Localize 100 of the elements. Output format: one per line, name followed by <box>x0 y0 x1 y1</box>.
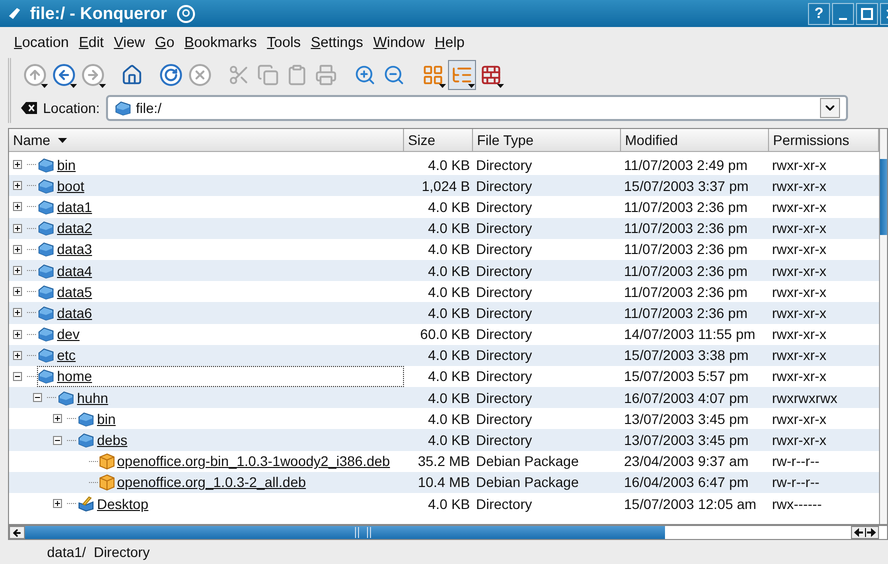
modified-date: 15/07/2003 3:37 pm <box>623 178 750 194</box>
file-row[interactable]: debs 4.0 KB Directory 13/07/2003 3:45 pm rwxr-xr-x <box>9 429 879 451</box>
expand-icon[interactable] <box>13 266 22 276</box>
expand-icon[interactable] <box>13 202 22 212</box>
stop-icon <box>188 63 212 87</box>
file-row[interactable]: data6 4.0 KB Directory 11/07/2003 2:36 pm rwxr-xr-x <box>9 302 879 324</box>
collapse-icon[interactable] <box>53 436 62 445</box>
folder-icon <box>37 304 55 321</box>
expand-icon[interactable] <box>13 350 22 360</box>
menu-item[interactable]: Tools <box>262 34 306 50</box>
file-name[interactable]: data4 <box>57 262 92 279</box>
menu-item[interactable]: Bookmarks <box>179 34 262 50</box>
file-permissions: rw-r--r-- <box>771 453 820 470</box>
column-header[interactable]: Size <box>404 129 473 152</box>
help-button[interactable]: ? <box>808 2 830 24</box>
minimize-button[interactable] <box>832 2 854 24</box>
expand-icon[interactable] <box>13 244 22 254</box>
folder-icon <box>37 326 55 342</box>
left-arrow-icon <box>12 528 22 538</box>
file-name[interactable]: boot <box>57 178 84 194</box>
file-size: 4.0 KB <box>426 220 471 236</box>
horizontal-scrollbar[interactable] <box>8 525 888 540</box>
menu-item[interactable]: Help <box>430 34 470 50</box>
swirl-icon[interactable] <box>174 4 197 24</box>
collapse-icon[interactable] <box>33 393 42 402</box>
file-permissions: rwxr-xr-x <box>771 432 828 448</box>
menu-item[interactable]: Location <box>9 34 74 50</box>
file-name[interactable]: data5 <box>57 284 92 300</box>
menu-item[interactable]: Go <box>150 34 180 50</box>
menu-item[interactable]: Settings <box>306 34 368 50</box>
file-row[interactable]: dev 60.0 KB Directory 14/07/2003 11:55 pm rwxr-xr-x <box>9 324 879 345</box>
file-name[interactable]: Desktop <box>97 496 148 512</box>
file-name[interactable]: bin <box>97 410 116 427</box>
caret-icon <box>497 84 504 88</box>
file-name[interactable]: data6 <box>57 304 92 321</box>
collapse-icon[interactable] <box>13 372 22 381</box>
expand-icon[interactable] <box>13 181 22 190</box>
file-row[interactable]: etc 4.0 KB Directory 15/07/2003 3:38 pm rwxr-xr-x <box>9 344 879 366</box>
folder-icon <box>37 284 55 300</box>
scroll-left-button[interactable] <box>9 526 25 539</box>
file-name[interactable]: bin <box>57 156 76 173</box>
scroll-arrows-button[interactable] <box>851 526 879 539</box>
home-icon <box>121 64 143 86</box>
menu-item[interactable]: Window <box>368 34 430 50</box>
file-permissions: rwxr-xr-x <box>771 284 828 300</box>
file-row[interactable]: data4 4.0 KB Directory 11/07/2003 2:36 pm rwxr-xr-x <box>9 260 879 282</box>
expand-icon[interactable] <box>53 499 62 508</box>
column-header[interactable]: Permissions <box>769 129 879 152</box>
expand-icon[interactable] <box>53 414 62 424</box>
expand-icon[interactable] <box>13 330 22 339</box>
modified-date: 13/07/2003 3:45 pm <box>623 410 750 427</box>
modified-date: 11/07/2003 2:36 pm <box>623 284 749 300</box>
toolbar-button[interactable] <box>448 60 476 90</box>
file-name[interactable]: home <box>57 368 92 384</box>
file-type: Directory <box>475 198 534 215</box>
file-name[interactable]: openoffice.org_1.0.3-2_all.deb <box>117 474 306 490</box>
file-name[interactable]: debs <box>97 432 128 448</box>
file-name[interactable]: data1 <box>57 198 92 215</box>
file-row[interactable]: boot 1,024 B Directory 15/07/2003 3:37 pm rwxr-xr-x <box>9 175 879 196</box>
expand-icon[interactable] <box>13 308 22 318</box>
file-type: Directory <box>475 368 534 384</box>
column-header[interactable]: Modified <box>621 129 769 152</box>
folder-icon <box>57 390 75 406</box>
expand-icon[interactable] <box>13 224 22 233</box>
file-permissions: rwxr-xr-x <box>771 241 828 258</box>
folder-icon <box>77 432 95 448</box>
file-size: 60.0 KB <box>419 326 471 342</box>
modified-date: 15/07/2003 12:05 am <box>623 496 758 512</box>
modified-date: 14/07/2003 11:55 pm <box>623 326 756 342</box>
file-type: Directory <box>475 347 534 364</box>
file-type: Directory <box>475 410 534 427</box>
file-name[interactable]: data2 <box>57 220 92 236</box>
history-dropdown-button[interactable] <box>820 98 840 118</box>
file-row[interactable]: openoffice.org-bin_1.0.3-1woody2_i386.deb 35.2 MB Debian Package 23/04/2003 9:37 am rw-r--r-- <box>9 450 879 472</box>
file-row[interactable]: data2 4.0 KB Directory 11/07/2003 2:36 pm rwxr-xr-x <box>9 218 879 239</box>
file-size: 4.0 KB <box>426 304 471 321</box>
file-row[interactable]: openoffice.org_1.0.3-2_all.deb 10.4 MB Debian Package 16/04/2003 6:47 pm rw-r--r-- <box>9 472 879 493</box>
modified-date: 13/07/2003 3:45 pm <box>623 432 750 448</box>
file-name[interactable]: dev <box>57 326 80 342</box>
menu-item[interactable]: View <box>108 34 150 50</box>
modified-date: 16/04/2003 6:47 pm <box>623 474 750 490</box>
file-name[interactable]: huhn <box>77 390 108 406</box>
file-name[interactable]: openoffice.org-bin_1.0.3-1woody2_i386.deb <box>117 453 390 470</box>
clear-location-icon[interactable] <box>21 102 37 114</box>
expand-icon[interactable] <box>13 287 22 296</box>
column-header[interactable]: Name <box>9 129 404 152</box>
maximize-button[interactable] <box>856 2 878 24</box>
file-row[interactable]: huhn 4.0 KB Directory 16/07/2003 4:07 pm rwxrwxrwx <box>9 387 879 408</box>
menu-item[interactable]: Edit <box>74 34 109 50</box>
expand-icon[interactable] <box>13 160 22 170</box>
location-field[interactable]: file:/ <box>106 94 848 120</box>
modified-date: 15/07/2003 3:38 pm <box>623 347 750 364</box>
file-name[interactable]: data3 <box>57 241 92 258</box>
file-permissions: rw-r--r-- <box>771 474 820 490</box>
file-type: Directory <box>475 262 534 279</box>
file-name[interactable]: etc <box>57 347 76 364</box>
file-size: 4.0 KB <box>426 198 471 215</box>
vertical-scrollbar[interactable] <box>879 129 887 524</box>
modified-date: 11/07/2003 2:36 pm <box>623 220 749 236</box>
column-header[interactable]: File Type <box>473 129 621 152</box>
